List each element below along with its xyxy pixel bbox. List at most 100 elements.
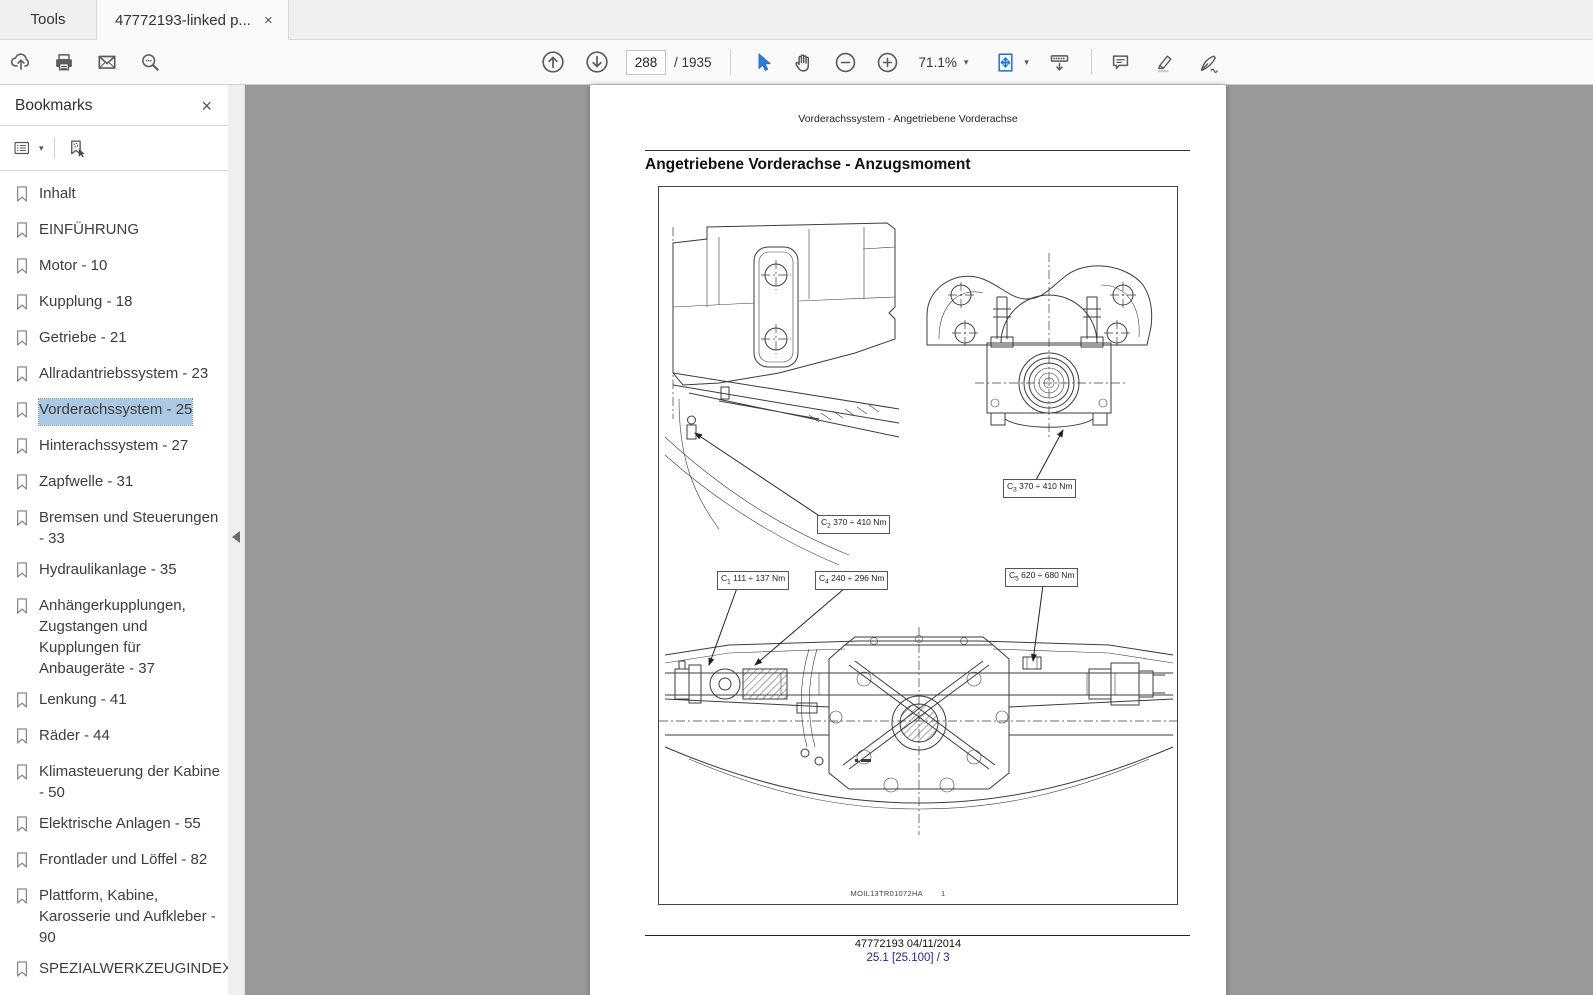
bookmark-icon bbox=[15, 691, 29, 715]
panel-collapse-rail[interactable] bbox=[228, 85, 245, 995]
bookmark-label: Elektrische Anlagen - 55 bbox=[39, 815, 201, 832]
page-number-input[interactable] bbox=[626, 49, 666, 75]
bookmarks-panel-title: Bookmarks bbox=[15, 97, 93, 114]
search-button[interactable] bbox=[133, 45, 167, 79]
front-bracket-drawing bbox=[926, 253, 1153, 439]
bookmark-label: Motor - 10 bbox=[39, 257, 108, 274]
toolbar: / 1935 71.1 bbox=[0, 40, 1593, 85]
bookmark-icon bbox=[15, 887, 29, 948]
email-button[interactable] bbox=[90, 45, 124, 79]
bookmark-item[interactable]: SPEZIALWERKZEUGINDEX bbox=[0, 953, 228, 989]
bookmark-label: SPEZIALWERKZEUGINDEX bbox=[39, 960, 228, 977]
bookmark-item[interactable]: Plattform, Kabine, Karosserie und Aufkle… bbox=[0, 880, 228, 953]
bookmark-label: Hydraulikanlage - 35 bbox=[39, 561, 177, 578]
share-upload-button[interactable] bbox=[4, 45, 38, 79]
zoom-out-icon bbox=[835, 52, 856, 72]
hide-toolbar-button[interactable] bbox=[1043, 45, 1077, 79]
bookmark-item[interactable]: Inhalt bbox=[0, 178, 228, 214]
bookmark-item[interactable]: Getriebe - 21 bbox=[0, 322, 228, 358]
close-panel-icon[interactable]: × bbox=[201, 97, 212, 115]
bookmark-icon bbox=[15, 401, 29, 425]
zoom-in-button[interactable] bbox=[871, 45, 905, 79]
highlight-button[interactable] bbox=[1148, 45, 1182, 79]
chevron-down-icon: ▾ bbox=[963, 56, 969, 67]
bookmark-label: Allradantriebssystem - 23 bbox=[39, 365, 209, 382]
bookmark-item[interactable]: Motor - 10 bbox=[0, 250, 228, 286]
bookmark-label: Vorderachssystem - 25 bbox=[37, 398, 194, 426]
bookmark-icon bbox=[15, 437, 29, 461]
hand-tool-icon bbox=[795, 53, 810, 72]
torque-callout-c4: C4 240 ÷ 296 Nm bbox=[815, 571, 889, 590]
tab-tools-label: Tools bbox=[30, 11, 66, 28]
page-total-label: / 1935 bbox=[674, 54, 712, 70]
bookmark-label: Klimasteuerung der Kabine - 50 bbox=[39, 763, 220, 801]
bookmark-item[interactable]: Lenkung - 41 bbox=[0, 684, 228, 720]
bookmark-item[interactable]: Hydraulikanlage - 35 bbox=[0, 554, 228, 590]
axle-assembly-drawing bbox=[659, 627, 1179, 835]
bookmark-item[interactable]: EINFÜHRUNG bbox=[0, 214, 228, 250]
bookmark-item[interactable]: Klimasteuerung der Kabine - 50 bbox=[0, 756, 228, 808]
search-icon bbox=[142, 54, 159, 71]
locate-bookmark-icon bbox=[71, 139, 85, 158]
fit-page-dropdown[interactable]: ▾ bbox=[994, 51, 1029, 74]
side-view-drawing bbox=[664, 222, 900, 566]
zoom-out-button[interactable] bbox=[829, 45, 863, 79]
bookmark-icon bbox=[15, 185, 29, 209]
zoom-level-dropdown[interactable]: 71.1% ▾ bbox=[919, 55, 969, 70]
bookmark-icon bbox=[15, 257, 29, 281]
panel-separator bbox=[53, 137, 55, 159]
fill-sign-pen-icon bbox=[1201, 54, 1219, 73]
bookmark-icon bbox=[15, 509, 29, 549]
collapse-toolbar-icon bbox=[1051, 54, 1069, 70]
bookmark-item[interactable]: Elektrische Anlagen - 55 bbox=[0, 808, 228, 844]
bookmark-icon bbox=[15, 960, 29, 984]
bookmark-item[interactable]: Vorderachssystem - 25 bbox=[0, 394, 228, 430]
document-canvas[interactable]: Vorderachssystem - Angetriebene Vorderac… bbox=[245, 85, 1593, 995]
bookmark-label: Plattform, Kabine, Karosserie und Aufkle… bbox=[39, 887, 216, 946]
bookmark-item[interactable]: Räder - 44 bbox=[0, 720, 228, 756]
page-title: Angetriebene Vorderachse - Anzugsmoment bbox=[645, 156, 971, 173]
bookmark-label: EINFÜHRUNG bbox=[39, 221, 139, 238]
page-up-icon bbox=[542, 51, 564, 73]
highlighter-icon bbox=[1157, 54, 1172, 72]
next-page-button[interactable] bbox=[580, 45, 614, 79]
zoom-in-icon bbox=[877, 52, 898, 72]
bookmark-item[interactable]: Hinterachssystem - 27 bbox=[0, 430, 228, 466]
printer-icon bbox=[56, 54, 72, 71]
bookmark-options-button[interactable]: ▾ bbox=[12, 138, 44, 158]
bookmark-label: Anhängerkupplungen, Zugstangen und Kuppl… bbox=[39, 597, 186, 677]
select-tool-button[interactable] bbox=[745, 45, 779, 79]
tab-document[interactable]: 47772193-linked p... × bbox=[96, 0, 289, 40]
print-button[interactable] bbox=[47, 45, 81, 79]
sign-button[interactable] bbox=[1192, 45, 1226, 79]
toolbar-separator bbox=[729, 49, 731, 75]
bookmarks-panel: Bookmarks × ▾ Inhalt EINFÜHRUNG Motor - … bbox=[0, 85, 228, 995]
goto-current-bookmark-button[interactable] bbox=[65, 135, 91, 161]
figure-frame: C2 370 ÷ 410 Nm C3 370 ÷ 410 Nm C1 111 ÷… bbox=[658, 186, 1179, 905]
bookmark-label: Inhalt bbox=[39, 185, 76, 202]
callout-leader-lines bbox=[694, 429, 1064, 666]
torque-callout-c2: C2 370 ÷ 410 Nm bbox=[817, 515, 891, 534]
collapse-panel-icon[interactable] bbox=[232, 531, 240, 543]
footer-section-page: 25.1 [25.100] / 3 bbox=[866, 952, 950, 964]
close-tab-icon[interactable]: × bbox=[261, 11, 276, 30]
comment-button[interactable] bbox=[1104, 45, 1138, 79]
bookmark-item[interactable]: Kupplung - 18 bbox=[0, 286, 228, 322]
tab-tools[interactable]: Tools bbox=[0, 0, 96, 39]
bookmark-item[interactable]: Allradantriebssystem - 23 bbox=[0, 358, 228, 394]
figure-caption: MOIL13TR01072HA 1 bbox=[850, 889, 946, 898]
previous-page-button[interactable] bbox=[536, 45, 570, 79]
select-cursor-icon bbox=[758, 53, 771, 71]
bookmark-icon bbox=[15, 561, 29, 585]
bookmark-item[interactable]: Frontlader und Löffel - 82 bbox=[0, 844, 228, 880]
hand-tool-button[interactable] bbox=[787, 45, 821, 79]
bookmark-item[interactable]: Zapfwelle - 31 bbox=[0, 466, 228, 502]
bookmark-icon bbox=[15, 763, 29, 803]
bookmark-icon bbox=[15, 365, 29, 389]
fit-page-icon bbox=[998, 52, 1013, 72]
bookmark-item[interactable]: Bremsen und Steuerungen - 33 bbox=[0, 502, 228, 554]
bookmark-item[interactable]: Anhängerkupplungen, Zugstangen und Kuppl… bbox=[0, 590, 228, 684]
comment-bubble-icon bbox=[1113, 54, 1129, 69]
bookmark-label: Räder - 44 bbox=[39, 727, 110, 744]
footer-revision: 47772193 04/11/2014 bbox=[854, 938, 962, 950]
